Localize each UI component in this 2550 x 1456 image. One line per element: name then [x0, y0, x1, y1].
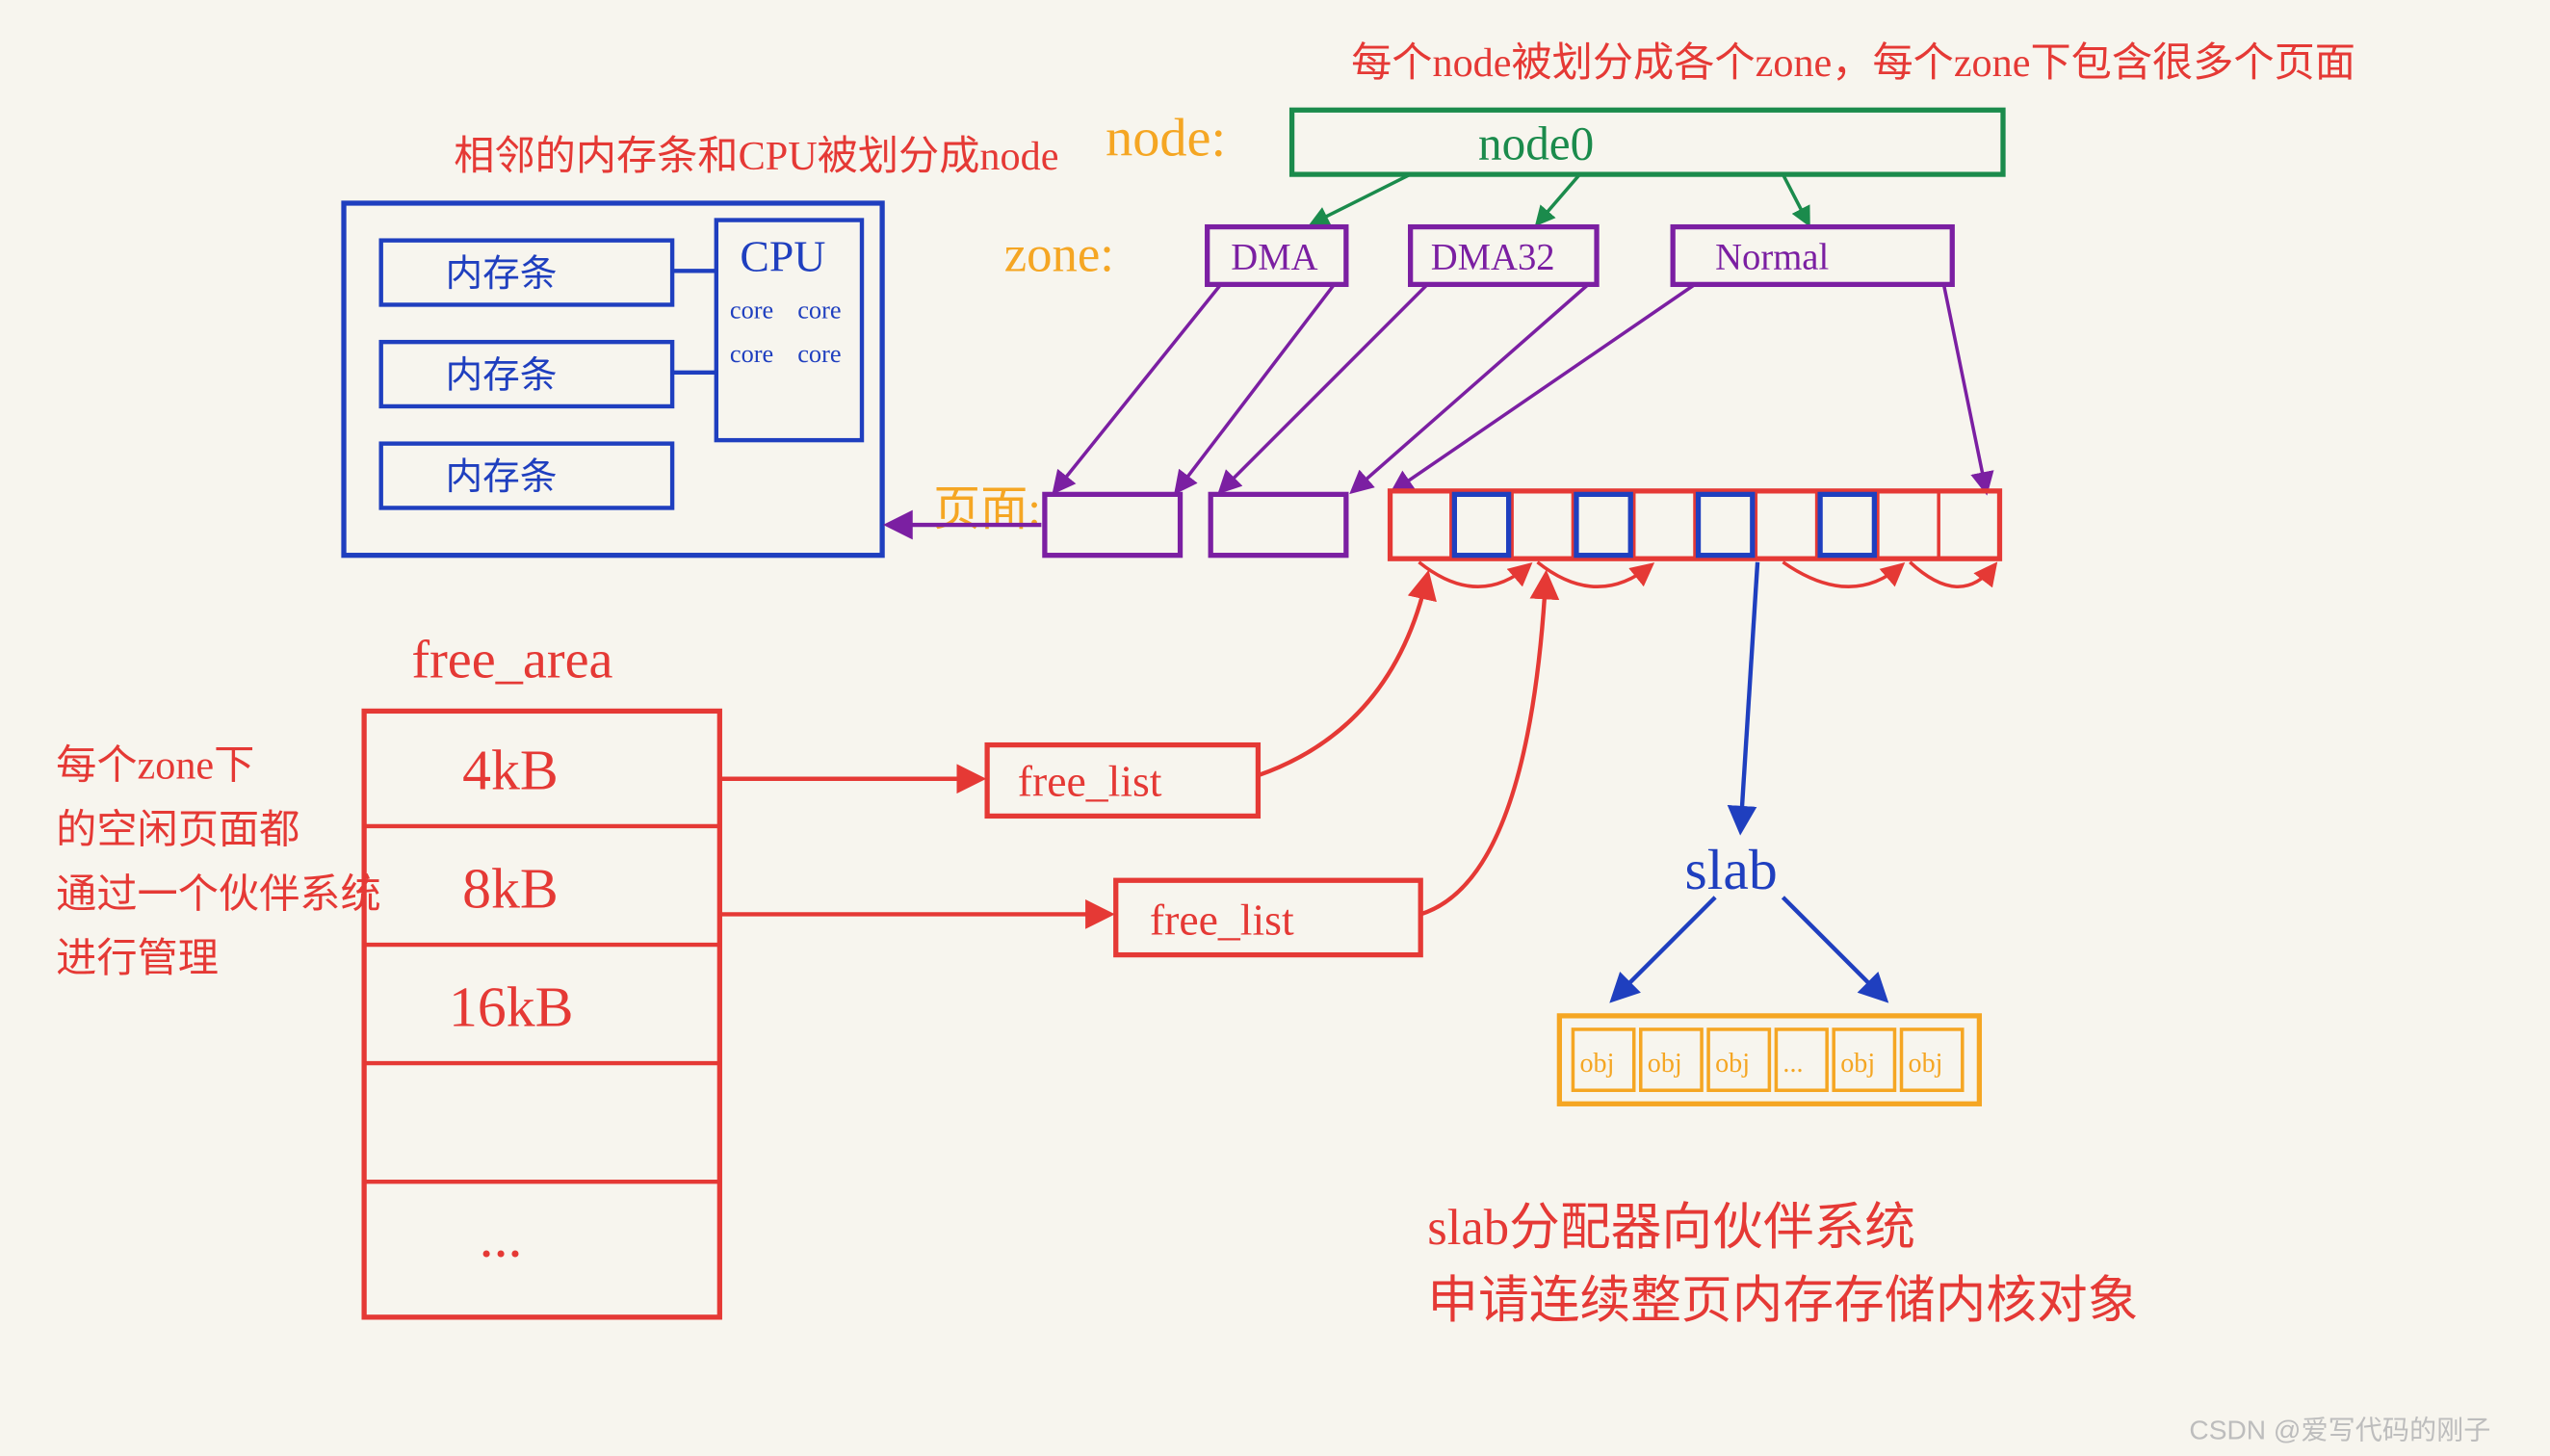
free-area-row-2: 16kB — [449, 975, 574, 1038]
svg-text:DMA: DMA — [1231, 238, 1317, 278]
free-area-table: 4kB 8kB 16kB ... — [364, 711, 719, 1316]
cpu-title: CPU — [740, 231, 825, 280]
svg-text:每个zone下: 每个zone下 — [56, 743, 254, 789]
svg-text:obj: obj — [1715, 1049, 1750, 1079]
svg-text:obj: obj — [1579, 1049, 1614, 1079]
free-area-row-4: ... — [480, 1206, 523, 1269]
svg-text:obj: obj — [1648, 1049, 1682, 1079]
cpu-core-11: core — [797, 340, 841, 368]
free-area-row-0: 4kB — [462, 738, 559, 801]
svg-text:DMA32: DMA32 — [1431, 238, 1555, 278]
annotation-top-right: 每个node被划分成各个zone，每个zone下包含很多个页面 — [1351, 40, 2355, 86]
zone-dma32: DMA32 — [1411, 227, 1597, 285]
svg-text:的空闲页面都: 的空闲页面都 — [56, 808, 299, 853]
annotation-left: 每个zone下 的空闲页面都 通过一个伙伴系统 进行管理 — [56, 743, 381, 981]
mem-label-1: 内存条 — [446, 356, 558, 397]
annotation-bottom-2: 申请连续整页内存存储内核对象 — [1427, 1273, 2138, 1329]
free-list-0: free_list — [987, 745, 1258, 817]
label-zone: zone: — [1004, 226, 1114, 282]
annotation-bottom-1: slab分配器向伙伴系统 — [1427, 1200, 1915, 1256]
label-node: node: — [1106, 109, 1226, 169]
diagram-canvas: 相邻的内存条和CPU被划分成node 每个node被划分成各个zone，每个zo… — [0, 0, 2550, 1456]
slab-label: slab — [1684, 838, 1777, 901]
svg-text:obj: obj — [1840, 1049, 1875, 1079]
svg-text:Normal: Normal — [1715, 238, 1829, 278]
mem-label-0: 内存条 — [446, 254, 558, 295]
free-list-1: free_list — [1116, 880, 1420, 954]
cpu-core-00: core — [730, 297, 773, 325]
svg-text:free_list: free_list — [1150, 895, 1294, 944]
svg-text:...: ... — [1782, 1049, 1803, 1079]
annotation-top-left: 相邻的内存条和CPU被划分成node — [454, 134, 1058, 179]
slab-obj-box: obj obj obj ... obj obj — [1559, 1016, 1979, 1104]
zone-normal: Normal — [1673, 227, 1952, 285]
node0-box — [1292, 110, 2003, 174]
mem-label-2: 内存条 — [446, 457, 558, 498]
svg-text:通过一个伙伴系统: 通过一个伙伴系统 — [56, 871, 381, 917]
page-row — [1045, 491, 2000, 559]
svg-text:free_list: free_list — [1018, 756, 1162, 805]
svg-text:obj: obj — [1909, 1049, 1943, 1079]
cpu-core-10: core — [730, 340, 773, 368]
watermark: CSDN @爱写代码的刚子 — [2189, 1415, 2490, 1444]
free-area-row-1: 8kB — [462, 856, 559, 920]
node0-label: node0 — [1478, 117, 1594, 169]
cpu-node-box: 内存条 内存条 内存条 CPU core core core core — [344, 203, 882, 556]
label-page: 页面: — [933, 482, 1041, 535]
free-area-title: free_area — [411, 630, 612, 689]
zone-dma: DMA — [1208, 227, 1346, 285]
cpu-core-01: core — [797, 297, 841, 325]
svg-text:进行管理: 进行管理 — [56, 936, 219, 981]
